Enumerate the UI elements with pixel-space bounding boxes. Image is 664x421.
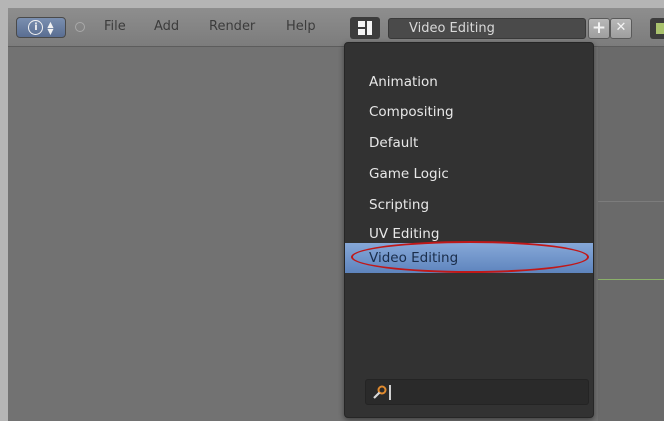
screen-layout-icon	[358, 21, 372, 35]
search-icon	[373, 385, 387, 399]
text-cursor	[389, 385, 391, 400]
menu-add[interactable]: Add	[154, 19, 179, 34]
layout-option-game-logic[interactable]: Game Logic	[345, 159, 593, 189]
editor-type-button[interactable]: i ▲ ▼	[16, 17, 66, 38]
layout-option-scripting[interactable]: Scripting	[345, 190, 593, 220]
scene-icon	[656, 23, 664, 34]
scene-button[interactable]	[650, 18, 664, 39]
area-divider	[598, 201, 664, 202]
up-down-arrows-icon: ▲ ▼	[47, 19, 54, 36]
layout-option-default[interactable]: Default	[345, 128, 593, 158]
layout-option-compositing[interactable]: Compositing	[345, 97, 593, 127]
layout-option-video-editing[interactable]: Video Editing	[345, 243, 593, 273]
screen-layout-dropdown: Animation Compositing Default Game Logic…	[344, 42, 594, 418]
screen-layout-button[interactable]	[350, 17, 380, 39]
menu-render[interactable]: Render	[209, 19, 255, 34]
add-layout-button[interactable]: +	[588, 18, 610, 39]
layout-option-animation[interactable]: Animation	[345, 67, 593, 97]
search-input[interactable]	[365, 379, 589, 405]
info-icon: i	[28, 20, 44, 35]
screen-layout-field[interactable]: Video Editing	[388, 18, 586, 39]
collapse-icon[interactable]	[75, 22, 85, 32]
remove-layout-button[interactable]: ✕	[610, 18, 632, 39]
menu-help[interactable]: Help	[286, 19, 316, 34]
menu-file[interactable]: File	[104, 19, 126, 34]
side-editor-area[interactable]	[598, 47, 664, 421]
timeline-line	[598, 279, 664, 280]
blender-window: i ▲ ▼ File Add Render Help Video Editing …	[8, 8, 664, 421]
